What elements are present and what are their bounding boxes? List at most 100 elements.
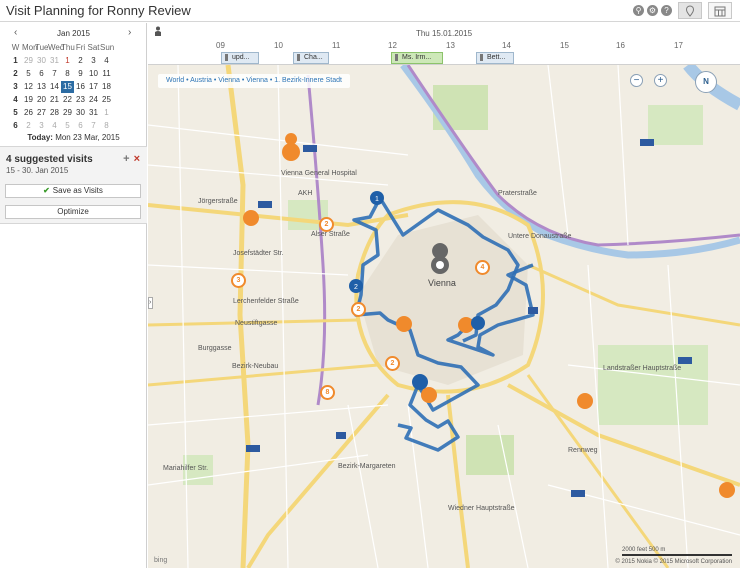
calendar-week-row: 4 19 20 21 22 23 24 25 <box>9 93 139 106</box>
street-label: AKH <box>298 190 313 197</box>
title-bar: Visit Planning for Ronny Review ⚲ ⚙ ? <box>0 0 740 22</box>
calendar-month-label: Jan 2015 <box>57 29 90 38</box>
calendar-day[interactable]: 28 <box>48 107 61 119</box>
calendar-day[interactable]: 12 <box>22 81 35 93</box>
calendar-day[interactable]: 29 <box>22 55 35 67</box>
calendar-day[interactable]: 3 <box>87 55 100 67</box>
calendar-day[interactable]: 4 <box>100 55 113 67</box>
calendar-day[interactable]: 20 <box>35 94 48 106</box>
close-icon[interactable]: × <box>134 153 140 165</box>
calendar-day[interactable]: 17 <box>87 81 100 93</box>
calendar-day[interactable]: 18 <box>100 81 113 93</box>
calendar-day[interactable]: 27 <box>35 107 48 119</box>
today-value: Mon 23 Mar, 2015 <box>55 133 120 142</box>
calendar-day[interactable]: 5 <box>22 68 35 80</box>
today-line[interactable]: Today: Mon 23 Mar, 2015 <box>0 133 147 142</box>
calendar-day[interactable]: 3 <box>35 120 48 132</box>
timeline-hours: 09 10 11 12 13 14 15 16 17 <box>148 41 740 51</box>
visit-label: Bett... <box>487 54 506 61</box>
visit-block[interactable]: upd... <box>221 52 259 64</box>
compass-icon[interactable]: N <box>695 71 717 93</box>
visit-block[interactable]: Bett... <box>476 52 514 64</box>
hour-label: 09 <box>216 41 225 50</box>
map[interactable]: 12 2 4 2 3 2 8 World • Austria • Vienna … <box>148 65 740 568</box>
calendar-day[interactable]: 25 <box>100 94 113 106</box>
visit-block-phone[interactable]: Ms. Irm... <box>391 52 443 64</box>
main-road <box>148 203 409 228</box>
calendar-day[interactable]: 4 <box>48 120 61 132</box>
street-label: Vienna General Hospital <box>281 170 357 177</box>
zoom-out-button[interactable]: − <box>630 74 643 87</box>
calendar-day[interactable]: 2 <box>22 120 35 132</box>
calendar-day[interactable]: 2 <box>74 55 87 67</box>
zoom-in-button[interactable]: + <box>654 74 667 87</box>
map-view-button[interactable] <box>678 2 702 19</box>
calendar-day[interactable]: 23 <box>74 94 87 106</box>
street-label: Neustiftgasse <box>235 320 278 327</box>
cluster-marker[interactable]: 8 <box>320 385 335 400</box>
main-road <box>246 393 390 568</box>
calendar-day[interactable]: 19 <box>22 94 35 106</box>
calendar-day[interactable]: 29 <box>61 107 74 119</box>
collapse-panel-button[interactable]: › <box>148 297 153 309</box>
calendar-day[interactable]: 7 <box>87 120 100 132</box>
main-road <box>527 263 740 327</box>
calendar-week-row: 62345678 <box>9 119 139 132</box>
calendar-day[interactable]: 30 <box>74 107 87 119</box>
suggestion-actions: + × <box>119 153 140 165</box>
cluster-marker[interactable]: 4 <box>475 260 490 275</box>
calendar-day[interactable]: 31 <box>48 55 61 67</box>
cluster-marker[interactable]: 2 <box>351 302 366 317</box>
optimize-button[interactable]: Optimize <box>5 205 141 219</box>
calendar-day[interactable]: 1 <box>61 55 74 67</box>
help-icon[interactable]: ? <box>661 5 672 16</box>
calendar-day[interactable]: 7 <box>48 68 61 80</box>
calendar-day[interactable]: 5 <box>61 120 74 132</box>
hour-label: 14 <box>502 41 511 50</box>
calendar-day[interactable]: 9 <box>74 68 87 80</box>
calendar-day[interactable]: 6 <box>35 68 48 80</box>
map-breadcrumb[interactable]: World • Austria • Vienna • Vienna • 1. B… <box>158 74 350 88</box>
calendar-next-button[interactable]: › <box>128 27 131 38</box>
street-label: Praterstraße <box>498 190 537 197</box>
calendar-day[interactable]: 11 <box>100 68 113 80</box>
bing-logo: bing <box>154 557 168 564</box>
hour-label: 16 <box>616 41 625 50</box>
add-icon[interactable]: + <box>123 153 129 165</box>
calendar-day[interactable]: 30 <box>35 55 48 67</box>
calendar-day[interactable]: 15 <box>61 80 74 93</box>
suggested-visits-panel: 4 suggested visits 15 - 30. Jan 2015 + ×… <box>0 146 147 224</box>
street-label: Landstraßer Hauptstraße <box>603 365 682 372</box>
calendar-day[interactable]: 22 <box>61 94 74 106</box>
calendar-day[interactable]: 13 <box>35 81 48 93</box>
calendar-day[interactable]: 31 <box>87 107 100 119</box>
visit-block[interactable]: Cha... <box>293 52 329 64</box>
calendar-week-row: 3 12 13 14 15 16 17 18 <box>9 80 139 93</box>
weekday-label: Wed <box>48 42 65 52</box>
calendar-day[interactable]: 24 <box>87 94 100 106</box>
visit-label: Ms. Irm... <box>402 54 432 61</box>
calendar-day[interactable]: 6 <box>74 120 87 132</box>
gear-icon[interactable]: ⚙ <box>647 5 658 16</box>
hour-label: 13 <box>446 41 455 50</box>
calendar-day[interactable]: 26 <box>22 107 35 119</box>
calendar-day[interactable]: 21 <box>48 94 61 106</box>
calendar-day[interactable]: 8 <box>100 120 113 132</box>
svg-text:1: 1 <box>375 196 379 203</box>
cluster-marker[interactable]: 2 <box>319 217 334 232</box>
calendar-day[interactable]: 10 <box>87 68 100 80</box>
cluster-marker[interactable]: 3 <box>231 273 246 288</box>
calendar-day[interactable]: 1 <box>100 107 113 119</box>
timeline: Thu 15.01.2015 09 10 11 12 13 14 15 16 1… <box>148 23 740 65</box>
visit-icon <box>297 53 300 61</box>
calendar-day[interactable]: 8 <box>61 68 74 80</box>
calendar-day[interactable]: 16 <box>74 81 87 93</box>
map-canvas[interactable]: 12 <box>148 65 740 568</box>
cluster-marker[interactable]: 2 <box>385 356 400 371</box>
save-as-visits-button[interactable]: ✔ Save as Visits <box>5 184 141 198</box>
calendar-day[interactable]: 14 <box>48 81 61 93</box>
visit-label: Cha... <box>304 54 323 61</box>
calendar-view-button[interactable] <box>708 2 732 19</box>
street-label: Untere Donaustraße <box>508 233 572 240</box>
person-icon[interactable]: ⚲ <box>633 5 644 16</box>
